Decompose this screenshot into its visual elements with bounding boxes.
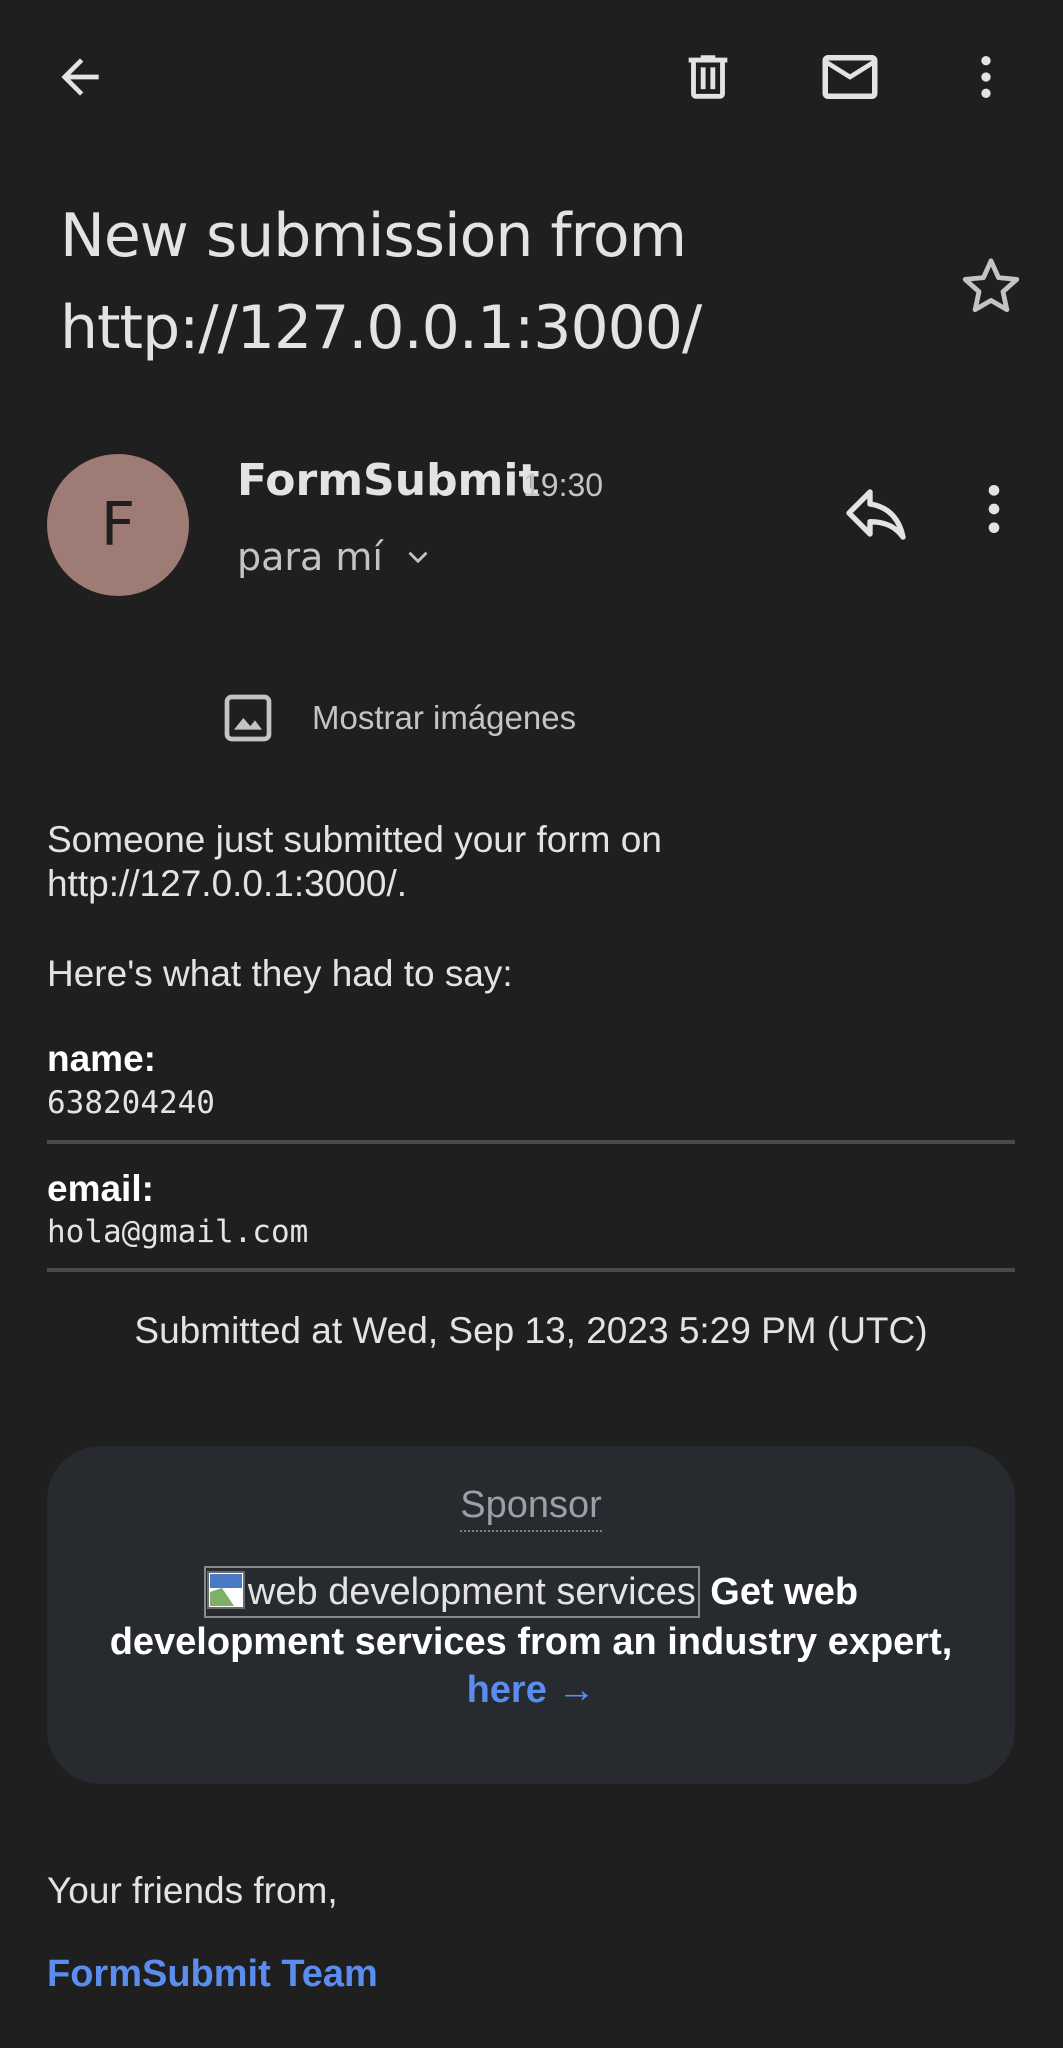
sender-avatar[interactable]: F — [47, 454, 189, 596]
image-icon — [224, 694, 272, 742]
arrow-back-icon — [61, 58, 99, 96]
mark-unread-button[interactable] — [810, 37, 890, 117]
mail-icon — [822, 55, 878, 99]
sender-name[interactable]: FormSubmit — [237, 455, 540, 506]
show-images-label: Mostrar imágenes — [312, 699, 577, 736]
top-app-bar — [0, 0, 1063, 150]
star-icon — [962, 258, 1020, 313]
recipient-label: para mí — [237, 535, 383, 579]
sponsor-message: web development services Get web develop… — [87, 1566, 975, 1714]
email-subject: New submission from http://127.0.0.1:300… — [60, 190, 920, 374]
field-label-name: name: — [47, 1038, 156, 1079]
intro-text: Someone just submitted your form on http… — [47, 819, 662, 904]
sponsor-link[interactable]: here → — [467, 1669, 596, 1711]
subject-line-2: http://127.0.0.1:3000/ — [60, 293, 702, 363]
field-value-name: 638204240 — [47, 1085, 215, 1121]
more-options-button[interactable] — [946, 37, 1026, 117]
submitted-timestamp: Submitted at Wed, Sep 13, 2023 5:29 PM (… — [134, 1310, 928, 1351]
divider — [47, 1140, 1015, 1144]
chevron-down-icon — [408, 551, 428, 564]
show-images-button[interactable]: Mostrar imágenes — [220, 688, 576, 748]
field-label-email: email: — [47, 1168, 154, 1209]
sponsor-image-alt: web development services — [247, 1571, 696, 1613]
said-text: Here's what they had to say: — [47, 953, 513, 994]
subject-line-1: New submission from — [60, 201, 687, 271]
star-button[interactable] — [955, 250, 1027, 322]
signoff-text: Your friends from, — [47, 1870, 338, 1911]
sponsor-title[interactable]: Sponsor — [47, 1484, 1015, 1532]
sponsor-card: Sponsor web development services Get web… — [47, 1446, 1015, 1784]
message-more-button[interactable] — [962, 477, 1034, 549]
trash-icon — [688, 55, 728, 99]
broken-image-icon — [206, 1571, 245, 1609]
divider — [47, 1268, 1015, 1272]
back-button[interactable] — [40, 37, 120, 117]
sponsor-title-label: Sponsor — [460, 1484, 602, 1532]
email-time: 19:30 — [523, 467, 604, 503]
recipient-details-toggle[interactable]: para mí — [237, 535, 435, 579]
reply-button[interactable] — [840, 477, 912, 549]
delete-button[interactable] — [668, 37, 748, 117]
reply-icon — [846, 489, 906, 540]
field-value-email: hola@gmail.com — [47, 1214, 309, 1250]
email-view: New submission from http://127.0.0.1:300… — [0, 0, 1063, 2048]
more-vert-icon — [988, 485, 1000, 533]
more-vert-icon — [981, 56, 991, 98]
team-link[interactable]: FormSubmit Team — [47, 1953, 378, 1996]
sponsor-image[interactable]: web development services — [203, 1566, 700, 1618]
